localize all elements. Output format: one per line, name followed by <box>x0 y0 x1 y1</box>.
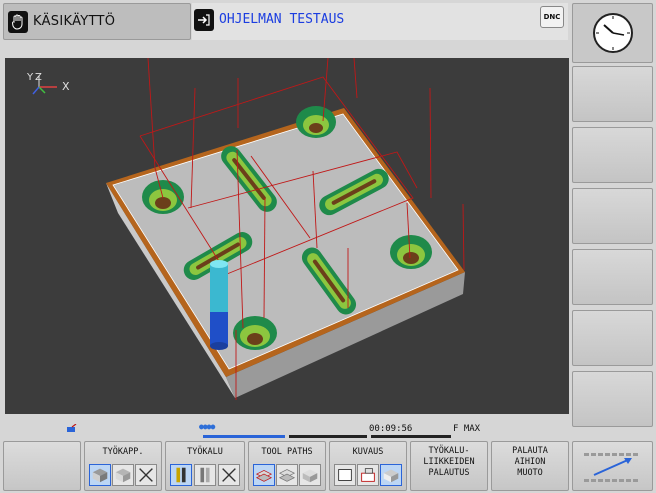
operating-mode-title: KÄSIKÄYTTÖ <box>33 14 116 29</box>
right-softkey-6[interactable] <box>572 371 653 427</box>
softkey-tool-motion-reset[interactable]: TYÖKALU- LIIKKEIDEN PALAUTUS <box>410 441 488 491</box>
clock-icon[interactable] <box>572 3 653 63</box>
view-blank-icon[interactable] <box>334 464 356 486</box>
program-test-icon <box>194 9 214 31</box>
program-mode-tab[interactable]: OHJELMAN TESTAUS <box>192 3 568 40</box>
hand-icon <box>8 10 28 33</box>
run-time: 00:09:56 <box>369 424 413 434</box>
status-line: ●●●● 00:09:56 F MAX <box>5 418 569 438</box>
tool-cross-icon[interactable] <box>218 464 240 486</box>
softkey-tool[interactable]: TYÖKALU <box>165 441 245 491</box>
softkey-view[interactable]: KUVAUS <box>329 441 407 491</box>
dnc-icon[interactable]: DNC <box>540 6 564 28</box>
softkey-blank[interactable] <box>3 441 81 491</box>
round-pocket <box>390 235 432 269</box>
softkey-view-label: KUVAUS <box>352 447 384 457</box>
softkey-reset-blank-shape[interactable]: PALAUTA AIHION MUOTO <box>491 441 569 491</box>
view-mixed-icon[interactable] <box>357 464 379 486</box>
box-cross-icon[interactable] <box>135 464 157 486</box>
softkey-next-bar[interactable] <box>572 441 653 491</box>
screen: KÄSIKÄYTTÖ OHJELMAN TESTAUS DNC Y Z X ●●… <box>0 0 656 493</box>
right-softkey-3[interactable] <box>572 188 653 244</box>
softkey-tool-paths-label: TOOL PATHS <box>261 447 313 457</box>
tool-status-icon <box>67 424 77 432</box>
round-pocket <box>233 316 277 350</box>
progress-dots-icon: ●●●● <box>199 422 215 431</box>
round-pocket <box>296 106 336 138</box>
tool-grey-icon[interactable] <box>194 464 216 486</box>
softkey-reset-blank-shape-label: PALAUTA AIHION MUOTO <box>512 446 548 478</box>
path-end-icon[interactable] <box>299 464 321 486</box>
feed-rate: F MAX <box>453 424 481 434</box>
view-solid-icon[interactable] <box>380 464 402 486</box>
arrow-up-right-icon <box>584 453 638 482</box>
program-mode-title: OHJELMAN TESTAUS <box>219 12 345 27</box>
axis-label-y: Y <box>26 72 34 83</box>
tool-cylinder <box>210 260 228 350</box>
softkey-tool-label: TYÖKALU <box>187 447 223 457</box>
right-softkey-4[interactable] <box>572 249 653 305</box>
box-solid-icon[interactable] <box>89 464 111 486</box>
axis-triad-icon: Y Z X <box>26 72 70 95</box>
path-layer-icon[interactable] <box>276 464 298 486</box>
workpiece <box>106 106 465 398</box>
softkey-tool-paths[interactable]: TOOL PATHS <box>248 441 326 491</box>
operating-mode-tab[interactable]: KÄSIKÄYTTÖ <box>3 3 191 40</box>
box-grey-icon[interactable] <box>112 464 134 486</box>
progress-bar-segment <box>203 435 285 438</box>
softkey-workpiece-label: TYÖKAPP. <box>102 447 144 457</box>
right-softkey-2[interactable] <box>572 127 653 183</box>
path-all-icon[interactable] <box>253 464 275 486</box>
tool-solid-icon[interactable] <box>170 464 192 486</box>
simulation-viewport[interactable]: Y Z X <box>5 58 569 414</box>
softkey-tool-motion-reset-label: TYÖKALU- LIIKKEIDEN PALAUTUS <box>423 446 475 478</box>
right-softkey-1[interactable] <box>572 66 653 122</box>
softkey-workpiece[interactable]: TYÖKAPP. <box>84 441 162 491</box>
axis-label-x: X <box>62 80 70 93</box>
progress-bar-segment <box>371 435 451 438</box>
axis-label-z: Z <box>35 72 42 83</box>
progress-bar-segment <box>289 435 367 438</box>
right-softkey-5[interactable] <box>572 310 653 366</box>
